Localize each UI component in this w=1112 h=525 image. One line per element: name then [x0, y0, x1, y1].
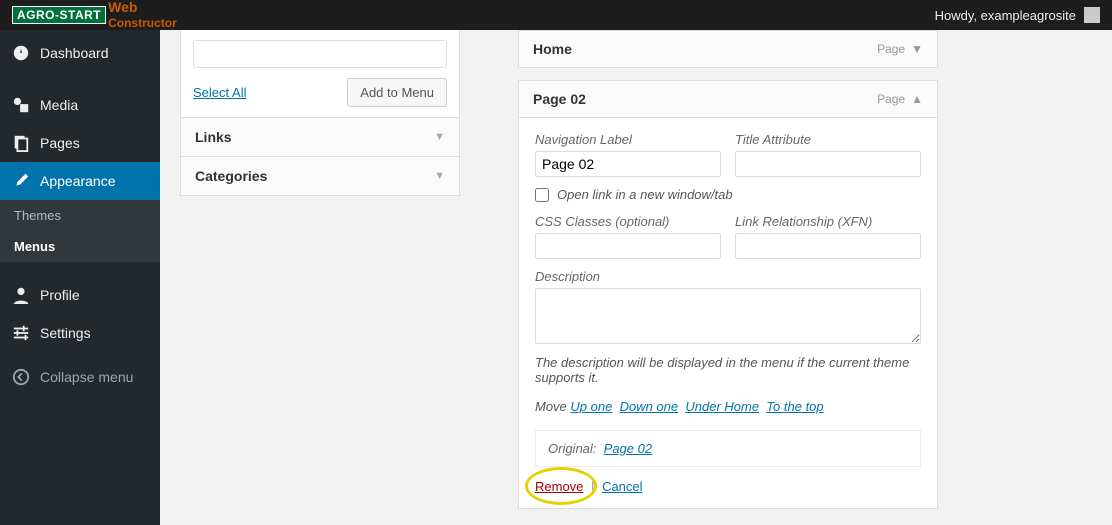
sidebar-item-label: Settings	[40, 325, 91, 341]
menu-item-type: Page	[877, 42, 905, 56]
separator: |	[591, 479, 594, 494]
site-logo[interactable]: AGRO-START Web Constructor	[12, 0, 177, 30]
sidebar-item-profile[interactable]: Profile	[0, 276, 160, 314]
nav-label-input[interactable]	[535, 151, 721, 177]
sidebar-item-label: Appearance	[40, 173, 116, 189]
menu-item-settings: Navigation Label Title Attribute Open li…	[518, 118, 938, 509]
original-label: Original:	[548, 441, 596, 456]
sidebar-item-label: Pages	[40, 135, 80, 151]
cancel-link[interactable]: Cancel	[602, 479, 642, 494]
move-row: Move Up one Down one Under Home To the t…	[535, 399, 921, 414]
pages-search-input[interactable]	[193, 40, 447, 68]
sidebar-item-settings[interactable]: Settings	[0, 314, 160, 352]
metabox-title: Links	[195, 129, 232, 145]
nav-label-label: Navigation Label	[535, 132, 721, 147]
sidebar-item-pages[interactable]: Pages	[0, 124, 160, 162]
admin-toolbar: AGRO-START Web Constructor Howdy, exampl…	[0, 0, 1112, 30]
metabox-title: Categories	[195, 168, 267, 184]
chevron-down-icon: ▼	[911, 42, 923, 56]
sidebar-item-appearance[interactable]: Appearance	[0, 162, 160, 200]
description-label: Description	[535, 269, 921, 284]
avatar-icon	[1084, 7, 1100, 23]
sidebar-item-label: Media	[40, 97, 78, 113]
sidebar-item-media[interactable]: Media	[0, 86, 160, 124]
content-area: Select All Add to Menu Links ▼ Categorie…	[160, 30, 1112, 525]
add-to-menu-button[interactable]: Add to Menu	[347, 78, 447, 107]
move-under-home-link[interactable]: Under Home	[685, 399, 759, 414]
categories-metabox-header[interactable]: Categories ▼	[180, 157, 460, 196]
description-textarea[interactable]	[535, 288, 921, 344]
open-new-tab-checkbox[interactable]	[535, 188, 549, 202]
original-link[interactable]: Page 02	[604, 441, 652, 456]
chevron-up-icon: ▲	[911, 92, 923, 106]
original-box: Original: Page 02	[535, 430, 921, 467]
open-new-tab-label: Open link in a new window/tab	[557, 187, 733, 202]
logo-secondary: Web Constructor	[108, 0, 177, 30]
sidebar-item-label: Profile	[40, 287, 80, 303]
account-menu[interactable]: Howdy, exampleagrosite	[935, 7, 1100, 23]
sidebar-item-dashboard[interactable]: Dashboard	[0, 34, 160, 72]
move-down-one-link[interactable]: Down one	[620, 399, 679, 414]
logo-primary: AGRO-START	[12, 6, 106, 24]
media-icon	[12, 96, 30, 114]
menu-item-title: Page 02	[533, 91, 586, 107]
remove-link[interactable]: Remove	[535, 479, 583, 494]
sidebar-item-label: Dashboard	[40, 45, 109, 61]
collapse-menu[interactable]: Collapse menu	[0, 358, 160, 396]
sidebar-sub-themes[interactable]: Themes	[0, 200, 160, 231]
settings-icon	[12, 324, 30, 342]
menu-item-title: Home	[533, 41, 572, 57]
pages-metabox: Select All Add to Menu	[180, 30, 460, 118]
xfn-label: Link Relationship (XFN)	[735, 214, 921, 229]
css-classes-input[interactable]	[535, 233, 721, 259]
collapse-icon	[12, 368, 30, 386]
menu-item-home[interactable]: Home Page ▼	[518, 30, 938, 68]
pages-icon	[12, 134, 30, 152]
description-hint: The description will be displayed in the…	[535, 355, 921, 385]
item-actions: Remove | Cancel	[535, 479, 921, 494]
menu-item-type: Page	[877, 92, 905, 106]
add-items-panel: Select All Add to Menu Links ▼ Categorie…	[180, 30, 460, 509]
xfn-input[interactable]	[735, 233, 921, 259]
links-metabox-header[interactable]: Links ▼	[180, 118, 460, 157]
title-attr-label: Title Attribute	[735, 132, 921, 147]
select-all-link[interactable]: Select All	[193, 85, 246, 100]
menu-item-page02[interactable]: Page 02 Page ▲	[518, 80, 938, 118]
user-icon	[12, 286, 30, 304]
collapse-label: Collapse menu	[40, 369, 133, 385]
move-up-one-link[interactable]: Up one	[570, 399, 612, 414]
menu-structure-panel: Home Page ▼ Page 02 Page ▲	[518, 30, 938, 509]
chevron-down-icon: ▼	[434, 131, 445, 143]
css-classes-label: CSS Classes (optional)	[535, 214, 721, 229]
chevron-down-icon: ▼	[434, 170, 445, 182]
title-attr-input[interactable]	[735, 151, 921, 177]
gauge-icon	[12, 44, 30, 62]
howdy-text: Howdy, exampleagrosite	[935, 8, 1076, 23]
admin-sidebar: Dashboard Media Pages Appearance Themes …	[0, 30, 160, 525]
move-to-top-link[interactable]: To the top	[766, 399, 823, 414]
move-label: Move	[535, 399, 567, 414]
brush-icon	[12, 172, 30, 190]
sidebar-sub-menus[interactable]: Menus	[0, 231, 160, 262]
